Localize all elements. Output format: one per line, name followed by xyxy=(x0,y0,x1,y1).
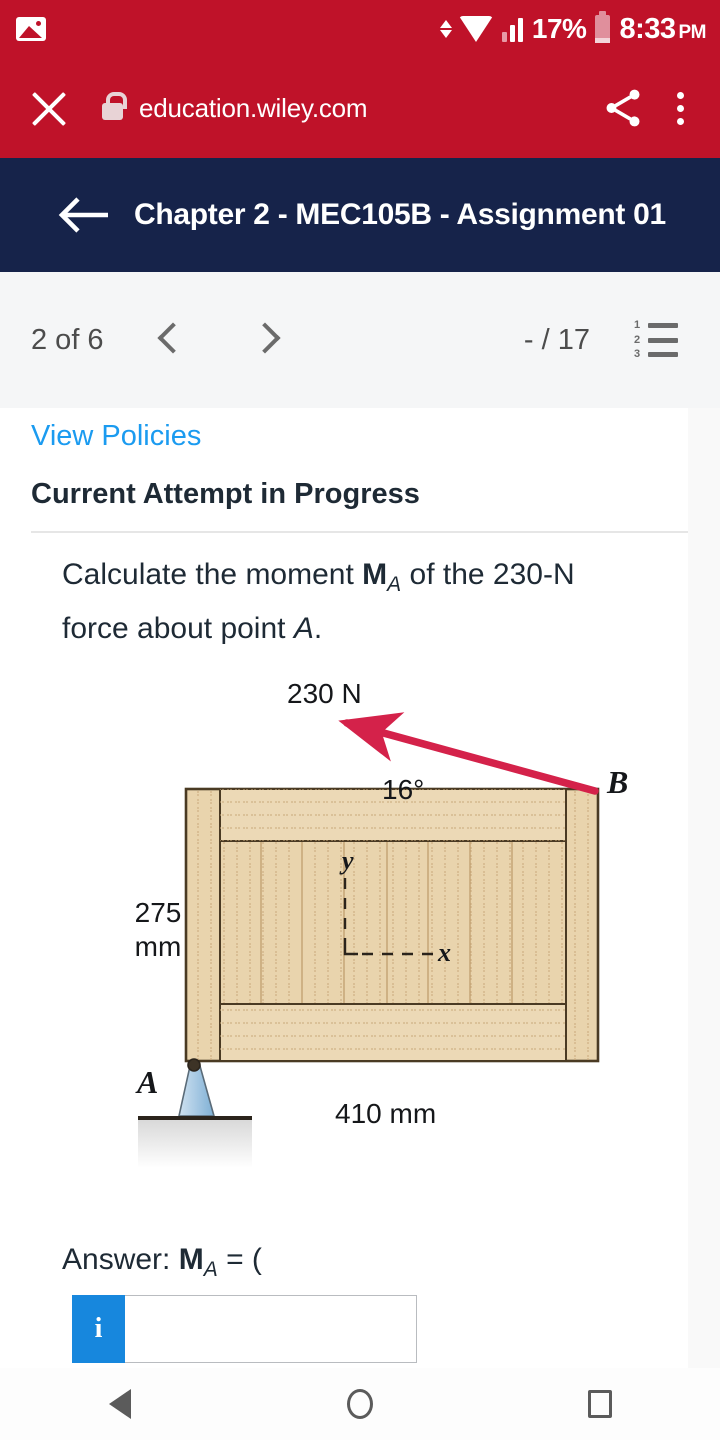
wifi-icon xyxy=(458,16,493,42)
pager-progress-label: - / 17 xyxy=(523,323,590,356)
nav-recents-button[interactable] xyxy=(480,1390,720,1418)
lock-icon xyxy=(102,91,127,120)
info-icon[interactable]: i xyxy=(72,1295,125,1363)
battery-low-icon xyxy=(595,11,611,43)
height-dimension-label: 275 mm xyxy=(122,896,194,964)
pager-right-group: - / 17 1 2 3 xyxy=(524,320,720,360)
answer-equals: = ( xyxy=(217,1243,262,1276)
chevron-right-icon xyxy=(238,311,296,369)
answer-label: Answer: MA = ( xyxy=(62,1243,262,1282)
chevron-left-icon xyxy=(140,311,198,369)
url-label[interactable]: education.wiley.com xyxy=(139,93,368,124)
url-bar-actions xyxy=(600,85,720,131)
nav-recents-icon xyxy=(588,1390,612,1418)
width-dimension-label: 410 mm xyxy=(335,1098,437,1129)
close-icon[interactable] xyxy=(18,77,80,139)
height-dimension-unit: mm xyxy=(134,931,182,962)
nav-back-icon xyxy=(109,1389,131,1419)
prev-page-button[interactable] xyxy=(140,311,198,369)
question-lead: Calculate the moment xyxy=(62,558,363,591)
next-page-button[interactable] xyxy=(238,311,296,369)
question-symbol-subscript: A xyxy=(387,573,402,596)
battery-percent-label: 17% xyxy=(531,13,587,44)
answer-prefix: Answer: xyxy=(62,1243,179,1276)
list-number-2: 2 xyxy=(634,333,641,346)
clock-time: 8:33 xyxy=(619,12,676,45)
answer-input-row: i xyxy=(72,1295,417,1363)
system-navigation-bar xyxy=(0,1368,720,1440)
clock-meridiem: PM xyxy=(678,21,707,43)
data-transfer-arrows-icon xyxy=(439,20,452,38)
question-card: View Policies Current Attempt in Progres… xyxy=(0,408,688,1368)
force-magnitude-label: 230 N xyxy=(287,678,362,709)
status-bar-right: 17% 8:33 PM xyxy=(439,11,720,46)
card-divider xyxy=(31,531,688,533)
pager-count-label: 2 of 6 xyxy=(31,323,104,356)
status-bar: 17% 8:33 PM xyxy=(0,0,720,58)
status-bar-clock: 8:33 PM xyxy=(619,13,706,46)
answer-symbol: M xyxy=(178,1243,204,1276)
status-bar-left xyxy=(0,17,46,41)
list-number-3: 3 xyxy=(634,348,641,360)
question-point-label: A xyxy=(293,612,314,645)
overflow-menu-icon[interactable] xyxy=(660,85,700,131)
question-period: . xyxy=(313,612,323,645)
answer-symbol-subscript: A xyxy=(203,1258,218,1281)
question-text: Calculate the moment MA of the 230-N for… xyxy=(62,553,642,651)
problem-figure: 230 N 16° B A 275 mm 410 mm y x xyxy=(62,666,642,1206)
back-arrow-icon[interactable] xyxy=(56,193,112,237)
nav-home-icon xyxy=(347,1389,373,1419)
axis-x-label: x xyxy=(438,938,451,967)
nav-home-button[interactable] xyxy=(240,1389,480,1419)
share-icon[interactable] xyxy=(600,85,646,131)
view-policies-link[interactable]: View Policies xyxy=(31,420,201,453)
numbered-list-icon[interactable]: 1 2 3 xyxy=(634,320,680,360)
attempt-status-heading: Current Attempt in Progress xyxy=(31,478,420,510)
answer-input[interactable] xyxy=(125,1295,417,1363)
axis-y-label: y xyxy=(342,846,354,875)
point-a-label: A xyxy=(137,1064,159,1100)
page-title: Chapter 2 - MEC105B - Assignment 01 xyxy=(134,198,666,231)
browser-url-bar: education.wiley.com xyxy=(0,58,720,158)
question-symbol: M xyxy=(362,558,388,591)
point-b-label: B xyxy=(607,764,629,800)
pager-toolbar: 2 of 6 - / 17 1 2 3 xyxy=(0,272,720,408)
app-bar: Chapter 2 - MEC105B - Assignment 01 xyxy=(0,158,720,272)
nav-back-button[interactable] xyxy=(0,1389,240,1419)
image-icon xyxy=(16,17,46,41)
force-angle-label: 16° xyxy=(382,774,425,805)
list-number-1: 1 xyxy=(634,319,641,331)
cell-signal-icon xyxy=(501,16,523,42)
height-dimension-value: 275 xyxy=(134,897,182,928)
